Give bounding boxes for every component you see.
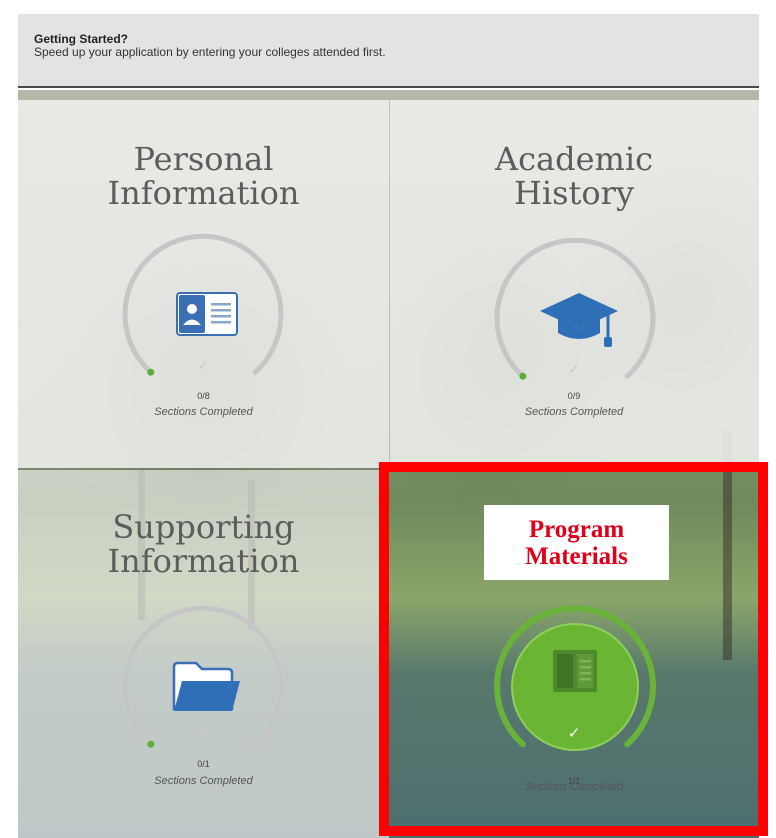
program-materials-title[interactable]: Program Materials [484, 505, 669, 580]
tile-title: Academic History [389, 142, 759, 210]
check-icon: ✓ [197, 357, 210, 373]
tile-title-line: Program [528, 516, 625, 543]
banner-text: Speed up your application by entering yo… [34, 45, 386, 59]
getting-started-banner[interactable]: Getting Started? Speed up your applicati… [18, 14, 759, 88]
tile-supporting-information[interactable]: Supporting Information ✓ 0/1 Sections Co… [18, 470, 389, 838]
sections-completed-label: Sections Completed [524, 406, 624, 418]
tile-title: Personal Information [18, 142, 389, 210]
graduation-cap-icon [538, 289, 620, 356]
tile-academic-history[interactable]: Academic History ✓ 0/9 Sections Complete… [389, 100, 759, 468]
tile-title-line: Information [107, 542, 300, 580]
tile-title-line: Supporting [112, 508, 295, 546]
tile-title-line: Personal [133, 140, 274, 178]
progress-start-dot [147, 740, 155, 748]
tile-divider [389, 100, 390, 468]
sections-completed-label: Sections Completed [154, 406, 253, 418]
tile-title: Supporting Information [18, 510, 389, 578]
check-icon: ✓ [197, 725, 210, 741]
check-icon: ✓ [568, 361, 580, 377]
tile-title-line: Materials [525, 543, 628, 570]
id-card-icon [176, 292, 238, 341]
tile-title-line: History [513, 174, 635, 212]
section-count: 0/8 [197, 391, 210, 401]
tile-title-line: Academic [494, 140, 654, 178]
tile-title-line: Information [107, 174, 300, 212]
tile-personal-information[interactable]: Personal Information ✓ 0/8 Sections Comp… [18, 100, 389, 468]
section-count: 0/9 [567, 391, 581, 401]
sections-completed-label: Sections Completed [154, 775, 253, 787]
section-count: 0/1 [197, 759, 210, 769]
banner-title: Getting Started? [34, 32, 129, 46]
folder-icon [172, 659, 242, 720]
tile-divider [18, 468, 389, 469]
